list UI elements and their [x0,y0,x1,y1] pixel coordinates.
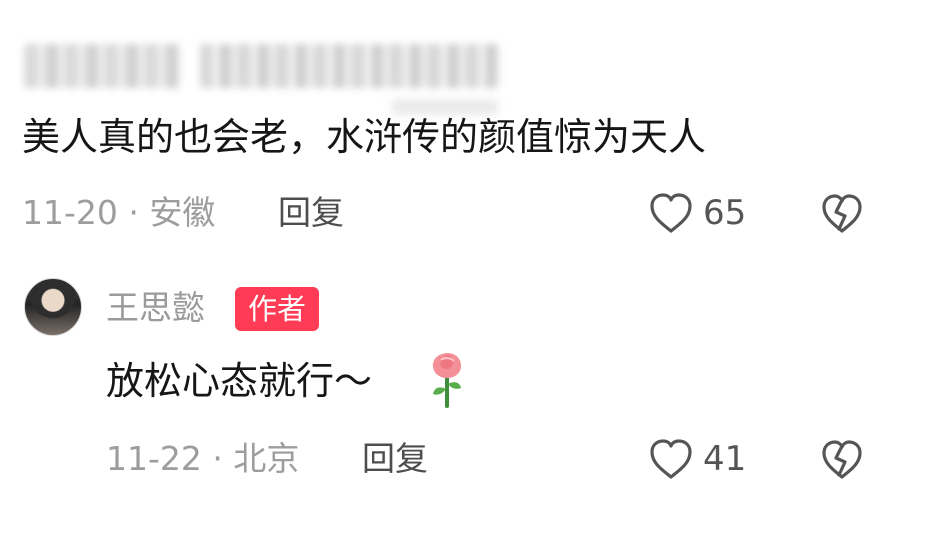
heart-icon [650,193,692,233]
reply-text: 放松心态就行～ [106,359,373,403]
rose-emoji-icon [432,353,461,408]
author-name[interactable]: 王思懿 [106,289,205,326]
comment-meta: 11-20 · 安徽 [22,193,216,232]
author-badge: 作者 [235,287,319,331]
like-count: 41 [703,439,747,479]
blurred-user-info-fragment [392,99,498,115]
blurred-username [24,44,180,88]
avatar[interactable] [24,278,82,336]
reply-button[interactable]: 回复 [278,194,344,231]
like-button[interactable]: 41 [647,437,746,481]
broken-heart-icon[interactable] [818,192,866,234]
like-button[interactable]: 65 [647,191,746,235]
reply-button[interactable]: 回复 [362,440,428,477]
blurred-user-info [200,44,500,88]
comment-text: 美人真的也会老，水浒传的颜值惊为天人 [22,115,707,159]
comment-thread: { "comments": [ { "text": "美人真的也会老，水浒传的颜… [0,0,926,543]
heart-icon [650,439,692,479]
reply-meta: 11-22 · 北京 [106,439,300,478]
like-count: 65 [703,193,747,233]
broken-heart-icon[interactable] [818,438,866,480]
